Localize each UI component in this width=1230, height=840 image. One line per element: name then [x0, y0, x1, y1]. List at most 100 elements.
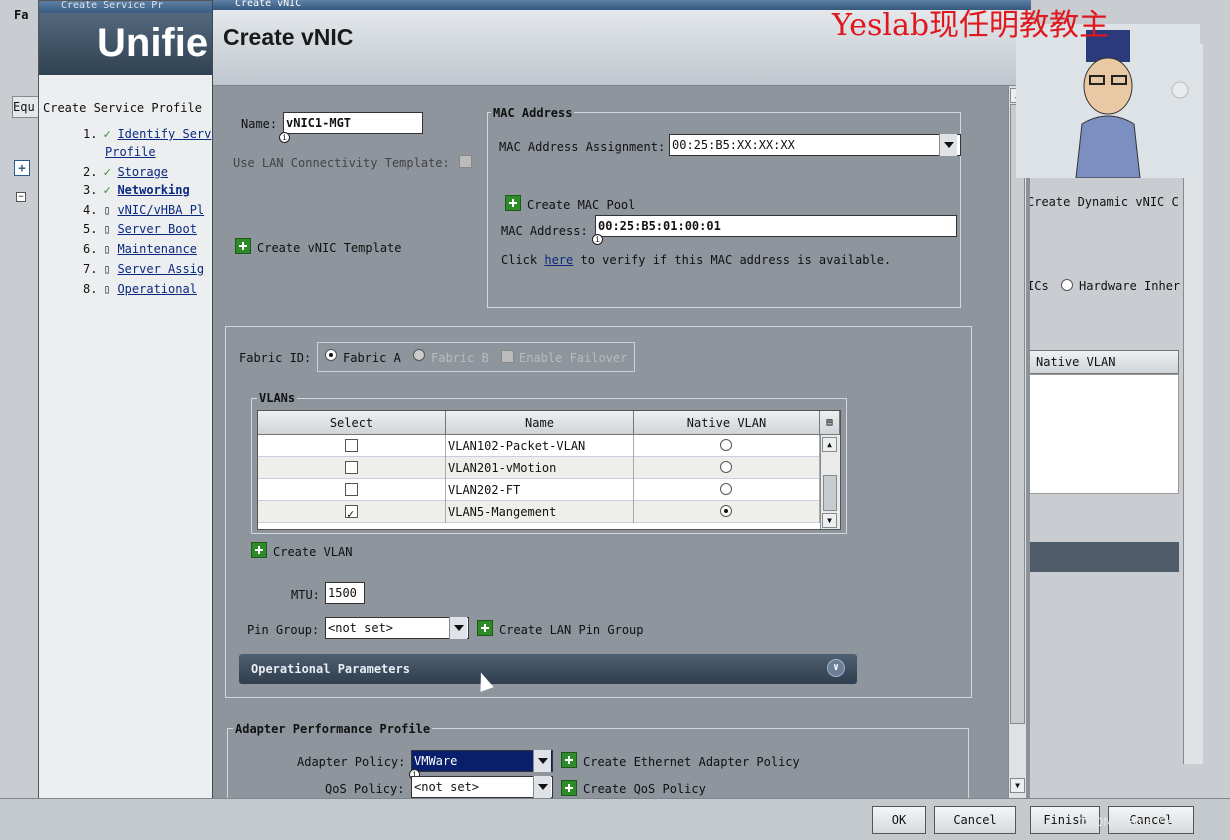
native-vlan-cell — [634, 435, 820, 457]
add-icon[interactable] — [561, 752, 577, 768]
table-row[interactable]: VLAN201-vMotion — [258, 457, 820, 479]
wizard-step[interactable]: 8. ▯ Operational — [83, 282, 197, 296]
create-vlan-link[interactable]: Create VLAN — [273, 545, 352, 559]
wizard-step[interactable]: 2. ✓ Storage — [83, 165, 168, 179]
add-icon[interactable] — [561, 780, 577, 796]
background-window: Fa Equ + − — [0, 0, 40, 840]
step-label[interactable]: Identify Serv — [117, 127, 211, 141]
wizard-step[interactable]: 6. ▯ Maintenance — [83, 242, 197, 256]
verify-prefix: Click — [501, 253, 538, 267]
page-icon: ▯ — [103, 281, 111, 296]
scroll-thumb[interactable] — [1010, 104, 1025, 724]
step-label[interactable]: Server Boot — [117, 222, 196, 236]
adapter-legend: Adapter Performance Profile — [233, 722, 433, 736]
operational-parameters-bar[interactable]: Operational Parameters ∨ — [239, 654, 857, 684]
expand-icon[interactable]: + — [14, 160, 30, 176]
select-cell — [258, 435, 446, 457]
select-checkbox[interactable] — [345, 503, 358, 525]
fabric-b-label: Fabric B — [431, 351, 489, 365]
adapter-policy-select[interactable]: VMWare — [411, 750, 553, 772]
add-icon[interactable] — [251, 542, 267, 558]
page-icon: ▯ — [103, 222, 111, 237]
native-vlan-column: Native VLAN — [1036, 355, 1116, 369]
chevron-down-icon[interactable] — [533, 750, 551, 772]
step-label[interactable]: vNIC/vHBA Pl — [117, 203, 204, 217]
hardware-inherited-radio[interactable] — [1061, 279, 1073, 291]
enable-failover-checkbox[interactable] — [501, 350, 514, 363]
scroll-down-icon[interactable]: ▼ — [822, 513, 837, 528]
native-vlan-column-header[interactable]: Native VLAN — [634, 411, 820, 435]
step-label[interactable]: Operational — [117, 282, 196, 296]
native-vlan-radio[interactable] — [720, 461, 732, 473]
step-number: 5. — [83, 222, 98, 237]
wizard-step[interactable]: 4. ▯ vNIC/vHBA Pl — [83, 203, 204, 217]
add-icon[interactable] — [505, 195, 521, 211]
native-vlan-radio[interactable] — [720, 483, 732, 495]
banner-text: Unifie — [97, 21, 209, 65]
add-icon[interactable] — [235, 238, 251, 254]
select-cell — [258, 457, 446, 479]
cancel-button[interactable]: Cancel — [934, 806, 1016, 834]
select-checkbox[interactable] — [345, 483, 358, 496]
create-mac-pool-link[interactable]: Create MAC Pool — [527, 198, 635, 212]
collapse-icon[interactable]: − — [16, 192, 26, 202]
create-qos-policy-link[interactable]: Create QoS Policy — [583, 782, 706, 796]
step-label-cont[interactable]: Profile — [105, 145, 156, 159]
ok-button[interactable]: OK — [872, 806, 926, 834]
chevron-down-icon[interactable] — [449, 617, 467, 639]
step-label[interactable]: Storage — [117, 165, 168, 179]
table-row[interactable]: VLAN202-FT — [258, 479, 820, 501]
step-label[interactable]: Server Assig — [117, 262, 204, 276]
native-vlan-radio[interactable] — [720, 439, 732, 451]
expand-chevron-icon[interactable]: ∨ — [827, 659, 845, 677]
wizard-window: Create Service Pr Unifie Create Service … — [38, 0, 214, 801]
pin-group-select[interactable]: <not set> — [325, 617, 469, 639]
qos-policy-select[interactable]: <not set> — [411, 776, 553, 798]
select-checkbox[interactable] — [345, 461, 358, 474]
select-checkbox[interactable] — [345, 439, 358, 452]
step-number: 8. — [83, 281, 98, 296]
mac-address-input[interactable]: 00:25:B5:01:00:01 — [595, 215, 957, 237]
add-icon[interactable] — [477, 620, 493, 636]
column-chooser-icon[interactable]: ▤ — [820, 411, 840, 435]
native-vlan-cell — [634, 501, 820, 523]
name-column-header[interactable]: Name — [446, 411, 634, 435]
mtu-input[interactable]: 1500 — [325, 582, 365, 604]
scroll-up-icon[interactable]: ▲ — [822, 437, 837, 452]
wizard-step[interactable]: 7. ▯ Server Assig — [83, 262, 204, 276]
native-vlan-radio[interactable] — [720, 505, 732, 517]
table-row[interactable]: VLAN102-Packet-VLAN — [258, 435, 820, 457]
page-title: Create vNIC — [223, 24, 354, 50]
fabric-a-radio[interactable] — [325, 349, 337, 361]
step-label[interactable]: Maintenance — [117, 242, 196, 256]
table-row[interactable]: VLAN5-Mangement — [258, 501, 820, 525]
create-lan-pin-group-link[interactable]: Create LAN Pin Group — [499, 623, 644, 637]
outer-tab[interactable]: Equ — [12, 96, 40, 118]
mac-assignment-select[interactable]: 00:25:B5:XX:XX:XX — [669, 134, 961, 156]
mac-address-legend: MAC Address — [491, 106, 575, 120]
select-column-header[interactable]: Select — [258, 411, 446, 435]
wizard-step[interactable]: 1. ✓ Identify Serv — [83, 127, 211, 141]
native-vlan-cell — [634, 457, 820, 479]
right-dark-bar — [1029, 542, 1179, 572]
vlan-table-scrollbar[interactable]: ▲ ▼ — [820, 435, 840, 529]
lan-template-checkbox[interactable] — [459, 155, 472, 168]
scroll-thumb[interactable] — [823, 475, 837, 511]
avatar — [1016, 24, 1200, 179]
dialog-scrollbar[interactable]: ▲ ▼ — [1008, 86, 1026, 798]
wizard-step[interactable]: 3. ✓ Networking — [83, 183, 190, 197]
create-ethernet-adapter-policy-link[interactable]: Create Ethernet Adapter Policy — [583, 755, 800, 769]
lan-template-label: Use LAN Connectivity Template: — [233, 156, 450, 170]
scroll-down-icon[interactable]: ▼ — [1010, 778, 1025, 793]
create-vnic-template-link[interactable]: Create vNIC Template — [257, 241, 402, 255]
name-input[interactable]: vNIC1-MGT — [283, 112, 423, 134]
chevron-down-icon[interactable] — [939, 134, 957, 156]
mac-assignment-label: MAC Address Assignment: — [499, 140, 666, 154]
verify-here-link[interactable]: here — [544, 253, 573, 267]
fabric-b-radio[interactable] — [413, 349, 425, 361]
create-dynamic-vnic-link[interactable]: Create Dynamic vNIC C — [1027, 195, 1179, 209]
wizard-step[interactable]: 5. ▯ Server Boot — [83, 222, 197, 236]
step-number: 3. — [83, 182, 98, 197]
step-label[interactable]: Networking — [117, 183, 189, 197]
chevron-down-icon[interactable] — [533, 776, 551, 798]
